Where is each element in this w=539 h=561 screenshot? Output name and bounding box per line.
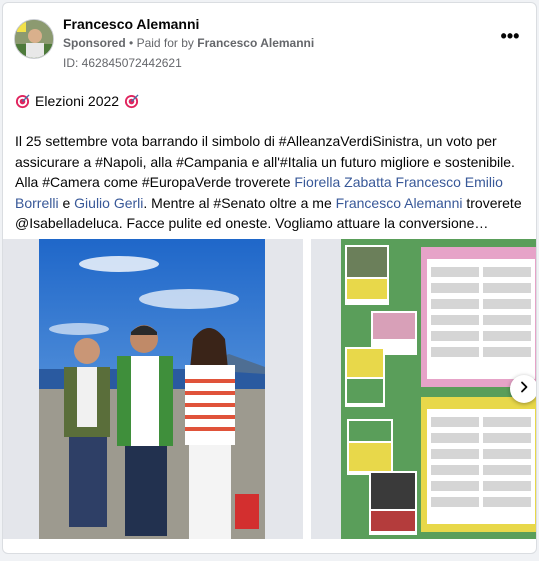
headline-text: Elezioni 2022	[35, 93, 120, 109]
body-text-segment: . Mentre al #Senato oltre a me	[143, 194, 336, 211]
paid-for-name: Francesco Alemanni	[197, 36, 315, 50]
media-carousel[interactable]	[3, 239, 536, 539]
carousel-next-button[interactable]	[510, 375, 536, 403]
direct-hit-icon	[15, 93, 30, 109]
body-paragraph-1: Il 25 settembre vota barrando il simbolo…	[15, 133, 515, 170]
body-text-segment: Alla #Camera come #EuropaVerde troverete	[15, 174, 295, 190]
body-text-segment: e	[58, 194, 75, 211]
carousel-slide-photo[interactable]	[3, 239, 303, 539]
more-options-icon[interactable]: •••	[498, 27, 522, 49]
chevron-right-icon	[518, 380, 530, 398]
ad-id: ID: 462845072442621	[63, 56, 182, 70]
author-name[interactable]: Francesco Alemanni	[63, 16, 199, 32]
group-photo-image	[39, 239, 265, 539]
post-header: Francesco Alemanni Sponsored • Paid for …	[3, 3, 536, 79]
link-francesco-alemanni[interactable]: Francesco Alemanni	[336, 195, 463, 211]
separator: •	[129, 36, 134, 50]
paid-for-prefix: Paid for by	[136, 36, 194, 50]
link-fiorella-zabatta[interactable]: Fiorella Zabatta	[294, 174, 391, 190]
ballot-flyer-image	[341, 239, 536, 539]
sponsored-line: Sponsored • Paid for by Francesco Aleman…	[63, 36, 314, 50]
body-paragraph-2: Alla #Camera come #EuropaVerde troverete…	[15, 172, 527, 234]
post-headline: Elezioni 2022	[15, 93, 139, 109]
direct-hit-icon	[124, 93, 139, 109]
sponsored-label[interactable]: Sponsored	[63, 36, 126, 50]
ad-post-card: Francesco Alemanni Sponsored • Paid for …	[2, 2, 537, 554]
carousel-slide-ballot[interactable]	[311, 239, 536, 539]
link-giulio-gerli[interactable]: Giulio Gerli	[74, 195, 143, 211]
avatar[interactable]	[14, 19, 54, 59]
post-body: Il 25 settembre vota barrando il simbolo…	[15, 131, 527, 234]
